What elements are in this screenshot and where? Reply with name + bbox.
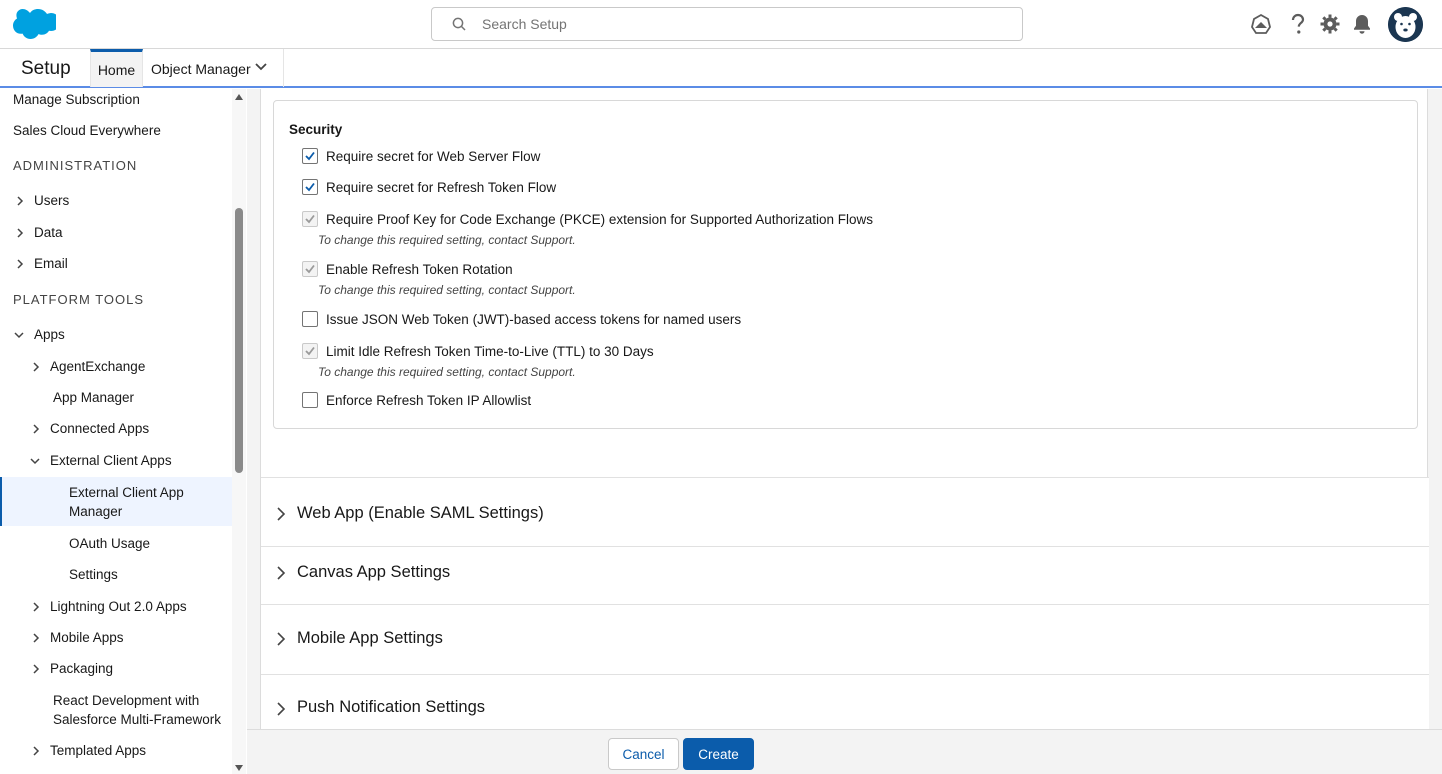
checkbox-label[interactable]: Require secret for Refresh Token Flow [326, 180, 556, 195]
checkbox-require-secret-refresh-token[interactable] [302, 179, 318, 195]
chevron-right-icon[interactable] [15, 228, 25, 238]
sidebar-item-agentexchange[interactable]: AgentExchange [50, 359, 145, 374]
sidebar-item-templated-apps[interactable]: Templated Apps [50, 743, 146, 758]
bell-icon[interactable] [1350, 12, 1374, 36]
checkbox-require-pkce [302, 211, 318, 227]
avatar[interactable] [1388, 7, 1423, 42]
checkmark-icon [305, 346, 315, 356]
gear-icon[interactable] [1318, 12, 1342, 36]
sidebar-item-manage-subscription[interactable]: Manage Subscription [13, 92, 140, 107]
section-label[interactable]: Mobile App Settings [297, 629, 443, 648]
sidebar-scrollbar-thumb[interactable] [235, 208, 243, 473]
chevron-right-icon[interactable] [15, 196, 25, 206]
chevron-right-icon[interactable] [276, 566, 286, 580]
sidebar-item-external-client-apps[interactable]: External Client Apps [50, 453, 172, 468]
sidebar-item-settings[interactable]: Settings [69, 567, 118, 582]
trailhead-icon[interactable] [1249, 12, 1273, 36]
required-setting-note: To change this required setting, contact… [318, 365, 576, 379]
chevron-down-icon[interactable] [14, 330, 24, 340]
sidebar-item-sales-cloud-everywhere[interactable]: Sales Cloud Everywhere [13, 123, 161, 138]
sidebar-item-react-development[interactable]: React Development with [53, 693, 199, 708]
required-setting-note: To change this required setting, contact… [318, 233, 576, 247]
chevron-right-icon[interactable] [31, 633, 41, 643]
chevron-right-icon[interactable] [31, 602, 41, 612]
checkmark-icon [305, 214, 315, 224]
section-label[interactable]: Canvas App Settings [297, 563, 450, 582]
chevron-right-icon[interactable] [31, 664, 41, 674]
search-box[interactable] [431, 7, 1023, 41]
tab-home[interactable]: Home [90, 49, 143, 87]
context-nav-bar: Setup Home Object Manager [0, 49, 1442, 88]
security-title: Security [289, 122, 343, 137]
sidebar-item-external-client-app-manager[interactable]: External Client App [69, 485, 184, 500]
create-button[interactable]: Create [683, 738, 754, 770]
main-content: Security Require secret for Web Server F… [247, 89, 1442, 774]
chevron-right-icon[interactable] [31, 746, 41, 756]
sidebar-item-data[interactable]: Data [34, 225, 63, 240]
security-section: Security Require secret for Web Server F… [273, 100, 1418, 429]
checkbox-label[interactable]: Enforce Refresh Token IP Allowlist [326, 393, 531, 408]
chevron-right-icon[interactable] [276, 507, 286, 521]
checkbox-label: Limit Idle Refresh Token Time-to-Live (T… [326, 344, 654, 359]
sidebar-item-mobile-apps[interactable]: Mobile Apps [50, 630, 124, 645]
section-canvas-app[interactable]: Canvas App Settings [261, 546, 1429, 604]
section-web-app-saml[interactable]: Web App (Enable SAML Settings) [261, 477, 1429, 546]
section-label[interactable]: Web App (Enable SAML Settings) [297, 504, 544, 523]
checkbox-label[interactable]: Require secret for Web Server Flow [326, 149, 540, 164]
help-icon[interactable] [1286, 12, 1310, 36]
app-name: Setup [21, 58, 71, 79]
chevron-down-icon[interactable] [255, 62, 267, 72]
checkmark-icon [305, 151, 315, 161]
section-label[interactable]: Push Notification Settings [297, 698, 485, 717]
sidebar-item-connected-apps[interactable]: Connected Apps [50, 421, 149, 436]
global-header [0, 0, 1442, 49]
sidebar-item-packaging[interactable]: Packaging [50, 661, 113, 676]
scroll-up-arrow-icon[interactable] [234, 93, 244, 101]
search-icon [452, 17, 466, 31]
checkbox-enforce-ip-allowlist[interactable] [302, 392, 318, 408]
checkbox-require-secret-web-server[interactable] [302, 148, 318, 164]
chevron-right-icon[interactable] [276, 632, 286, 646]
section-push-notification[interactable]: Push Notification Settings [261, 674, 1429, 729]
checkbox-limit-idle-refresh-ttl [302, 343, 318, 359]
sidebar-item-lightning-out-apps[interactable]: Lightning Out 2.0 Apps [50, 599, 187, 614]
chevron-right-icon[interactable] [31, 362, 41, 372]
checkmark-icon [305, 264, 315, 274]
chevron-right-icon[interactable] [276, 702, 286, 716]
salesforce-logo-icon[interactable] [12, 9, 60, 39]
checkmark-icon [305, 182, 315, 192]
checkbox-label[interactable]: Issue JSON Web Token (JWT)-based access … [326, 312, 741, 327]
tab-object-manager-label: Object Manager [151, 61, 251, 77]
scroll-down-arrow-icon[interactable] [234, 764, 244, 772]
sidebar-item-email[interactable]: Email [34, 256, 68, 271]
sidebar-item-app-manager[interactable]: App Manager [53, 390, 134, 405]
chevron-down-icon[interactable] [30, 456, 40, 466]
form-footer: Cancel Create [247, 729, 1442, 774]
chevron-right-icon[interactable] [31, 424, 41, 434]
search-input[interactable] [482, 14, 1002, 34]
required-setting-note: To change this required setting, contact… [318, 283, 576, 297]
sidebar-item-users[interactable]: Users [34, 193, 69, 208]
sidebar-heading-administration: ADMINISTRATION [13, 158, 138, 173]
sidebar-heading-platform-tools: PLATFORM TOOLS [13, 292, 145, 307]
sidebar-item-external-client-app-manager-line2[interactable]: Manager [69, 504, 122, 519]
checkbox-refresh-token-rotation [302, 261, 318, 277]
sidebar-item-apps[interactable]: Apps [34, 327, 65, 342]
chevron-right-icon[interactable] [15, 259, 25, 269]
checkbox-label: Enable Refresh Token Rotation [326, 262, 513, 277]
tab-object-manager[interactable]: Object Manager [143, 49, 284, 87]
cancel-button[interactable]: Cancel [608, 738, 679, 770]
section-mobile-app[interactable]: Mobile App Settings [261, 604, 1429, 674]
checkbox-issue-jwt-tokens[interactable] [302, 311, 318, 327]
checkbox-label: Require Proof Key for Code Exchange (PKC… [326, 212, 874, 227]
sidebar-item-oauth-usage[interactable]: OAuth Usage [69, 536, 150, 551]
form-panel: Security Require secret for Web Server F… [260, 89, 1429, 729]
sidebar-item-react-development-line2[interactable]: Salesforce Multi-Framework [53, 712, 221, 727]
setup-sidebar: Manage Subscription Sales Cloud Everywhe… [0, 89, 246, 774]
